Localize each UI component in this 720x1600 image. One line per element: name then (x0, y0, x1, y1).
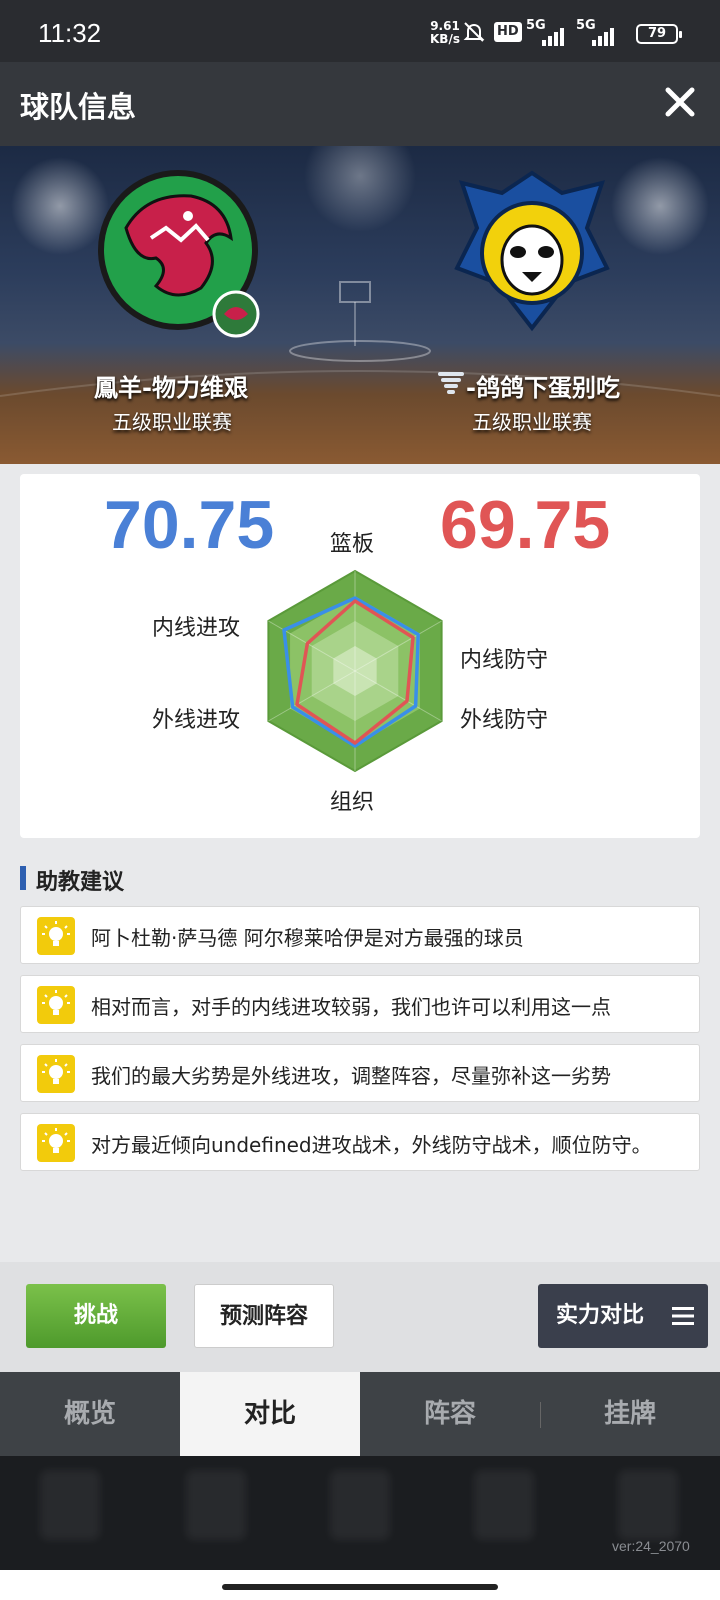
axis-label-top: 篮板 (330, 532, 375, 557)
mute-bell-icon (463, 22, 485, 42)
hd-icon: HD (494, 22, 522, 42)
strength-compare-button[interactable]: 实力对比 (538, 1284, 708, 1348)
tab-lineup[interactable]: 阵容 (360, 1372, 540, 1456)
predict-lineup-label: 预测阵容 (219, 1304, 308, 1329)
blurred-nav-icon (40, 1470, 100, 1540)
left-team-name: 鳳羊-物力维艰 (94, 374, 248, 402)
advice-item: 相对而言，对手的内线进攻较弱，我们也许可以利用这一点 (20, 975, 700, 1033)
blurred-nav-icon (186, 1470, 246, 1540)
tab-listing[interactable]: 挂牌 (540, 1372, 720, 1456)
blurred-nav-icon (474, 1470, 534, 1540)
predict-lineup-button[interactable]: 预测阵容 (194, 1284, 334, 1348)
menu-icon (672, 1307, 694, 1325)
advice-text: 我们的最大劣势是外线进攻，调整阵容，尽量弥补这一劣势 (91, 1064, 611, 1088)
net-speed: 9.61 KB/s (430, 20, 460, 46)
left-team-logo (98, 170, 260, 338)
lightbulb-icon (37, 917, 75, 955)
version-label: ver:24_2070 (612, 1538, 690, 1554)
axis-label-lower-left: 外线进攻 (152, 708, 241, 733)
left-team-league: 五级职业联赛 (112, 410, 232, 434)
advice-title: 助教建议 (36, 870, 125, 895)
lightbulb-icon (37, 1124, 75, 1162)
strength-compare-label: 实力对比 (556, 1303, 645, 1328)
advice-title-marker (20, 866, 26, 890)
blurred-nav-icon (330, 1470, 390, 1540)
battery-icon: 79 (636, 24, 682, 44)
page-title: 球队信息 (20, 90, 137, 124)
tab-overview[interactable]: 概览 (0, 1372, 180, 1456)
lightbulb-icon (37, 986, 75, 1024)
tornado-icon (438, 372, 464, 394)
signal-bars-icon (542, 28, 564, 46)
lightbulb-icon (37, 1055, 75, 1093)
advice-text: 相对而言，对手的内线进攻较弱，我们也许可以利用这一点 (91, 995, 611, 1019)
challenge-button[interactable]: 挑战 (26, 1284, 166, 1348)
left-score: 70.75 (104, 487, 275, 563)
status-bar: 11:32 9.61 KB/s HD 5G 5G 79 (0, 0, 720, 62)
radar-chart (267, 569, 443, 773)
right-score: 69.75 (440, 487, 611, 563)
axis-label-upper-left: 内线进攻 (152, 616, 241, 641)
advice-item: 对方最近倾向undefined进攻战术，外线防守战术，顺位防守。 (20, 1113, 700, 1171)
header-bar: 球队信息 (0, 62, 720, 146)
tab-bar: 概览 对比 阵容 挂牌 (0, 1372, 720, 1456)
team-banner: 鳳羊-物力维艰 五级职业联赛 -鸽鸽下蛋别吃 五级职业联赛 (0, 146, 720, 464)
home-indicator[interactable] (222, 1584, 498, 1590)
tab-compare[interactable]: 对比 (180, 1372, 360, 1456)
comparison-card: 70.75 69.75 篮板 内线进攻 内线防守 外线进攻 外线防守 组织 (20, 474, 700, 838)
axis-label-lower-right: 外线防守 (460, 708, 549, 733)
right-team-name: -鸽鸽下蛋别吃 (466, 374, 620, 402)
net-speed-unit: KB/s (430, 32, 460, 46)
advice-item: 我们的最大劣势是外线进攻，调整阵容，尽量弥补这一劣势 (20, 1044, 700, 1102)
right-team-league: 五级职业联赛 (472, 410, 592, 434)
axis-label-bottom: 组织 (330, 790, 375, 815)
signal-bars-icon-2 (592, 28, 614, 46)
advice-item: 阿卜杜勒·萨马德 阿尔穆莱哈伊是对方最强的球员 (20, 906, 700, 964)
axis-label-upper-right: 内线防守 (460, 648, 549, 673)
status-time: 11:32 (38, 18, 102, 48)
close-icon[interactable] (660, 82, 700, 122)
blurred-nav-icon (618, 1470, 678, 1540)
advice-text: 对方最近倾向undefined进攻战术，外线防守战术，顺位防守。 (91, 1133, 652, 1157)
advice-text: 阿卜杜勒·萨马德 阿尔穆莱哈伊是对方最强的球员 (91, 926, 524, 950)
right-team-logo (454, 170, 610, 332)
